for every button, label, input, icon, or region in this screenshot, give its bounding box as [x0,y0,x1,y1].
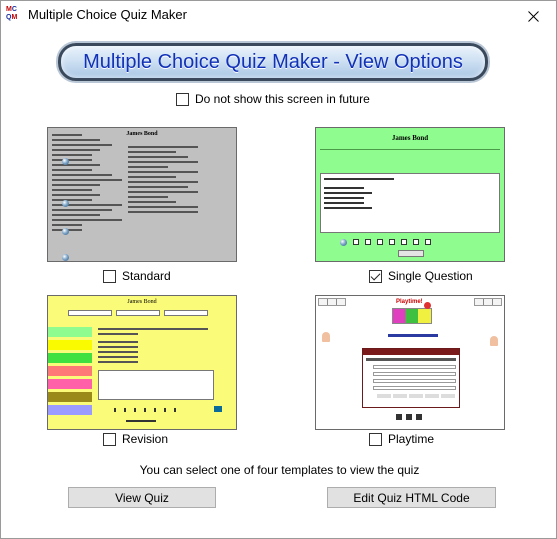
preview-question-lines [98,328,208,366]
app-icon: MC QM [6,6,23,23]
preview-title: James Bond [127,299,157,305]
window-title: Multiple Choice Quiz Maker [28,7,187,22]
banner-title: Multiple Choice Quiz Maker - View Option… [83,50,463,73]
preview-title: Playtime! [396,299,423,305]
preview-prize-text [388,334,438,337]
title-bar: MC QM Multiple Choice Quiz Maker [1,1,556,31]
revision-label: Revision [122,432,169,446]
preview-field [116,310,160,316]
preview-balloon [424,302,431,309]
globe-icon [62,200,69,207]
preview-question-lines [52,134,122,234]
playtime-option[interactable]: Playtime [369,432,434,446]
dont-show-option[interactable]: Do not show this screen in future [176,92,370,106]
revision-checkbox[interactable] [103,432,116,446]
single-question-checkbox[interactable] [369,269,382,283]
playtime-checkbox[interactable] [369,432,382,446]
revision-preview[interactable]: James Bond [47,295,237,430]
playtime-preview[interactable]: Playtime! [315,295,505,430]
single-question-option[interactable]: Single Question [369,269,473,283]
preview-question-panel [362,348,460,408]
preview-question-box [320,173,500,233]
close-icon [527,10,539,22]
quiz-maker-window: MC QM Multiple Choice Quiz Maker Multipl… [0,0,557,539]
single-question-label: Single Question [388,269,473,283]
app-icon-letter: C [11,6,17,13]
preview-cards [318,298,346,306]
preview-answer-lines [128,146,198,216]
preview-character [490,336,498,346]
preview-cards [474,298,502,306]
preview-marks [114,408,184,412]
preview-slot-machine [392,308,432,324]
globe-icon [62,228,69,235]
preview-notes-box [98,370,214,400]
app-icon-letter: M [11,14,18,21]
revision-option[interactable]: Revision [103,432,168,446]
preview-footer-line [126,420,156,422]
instruction-text: You can select one of four templates to … [139,463,420,477]
dont-show-checkbox[interactable] [176,92,189,106]
standard-label: Standard [122,269,171,283]
globe-icon [62,158,69,165]
standard-checkbox[interactable] [103,269,116,283]
header-banner: Multiple Choice Quiz Maker - View Option… [58,43,488,81]
view-quiz-button[interactable]: View Quiz [68,487,216,508]
preview-answer-radios [340,239,431,246]
preview-controls [396,414,422,420]
preview-field [164,310,208,316]
preview-button [398,250,424,257]
preview-icon [214,406,222,412]
single-question-preview[interactable]: James Bond [315,127,505,262]
preview-title: James Bond [391,134,429,142]
close-button[interactable] [510,1,556,31]
playtime-label: Playtime [388,432,435,446]
globe-icon [62,254,69,261]
dont-show-label: Do not show this screen in future [195,92,370,106]
standard-option[interactable]: Standard [103,269,171,283]
preview-character [322,332,330,342]
preview-divider [320,149,500,150]
preview-color-bars [48,327,92,415]
standard-preview[interactable]: James Bond [47,127,237,262]
edit-quiz-html-button[interactable]: Edit Quiz HTML Code [327,487,496,508]
preview-field [68,310,112,316]
